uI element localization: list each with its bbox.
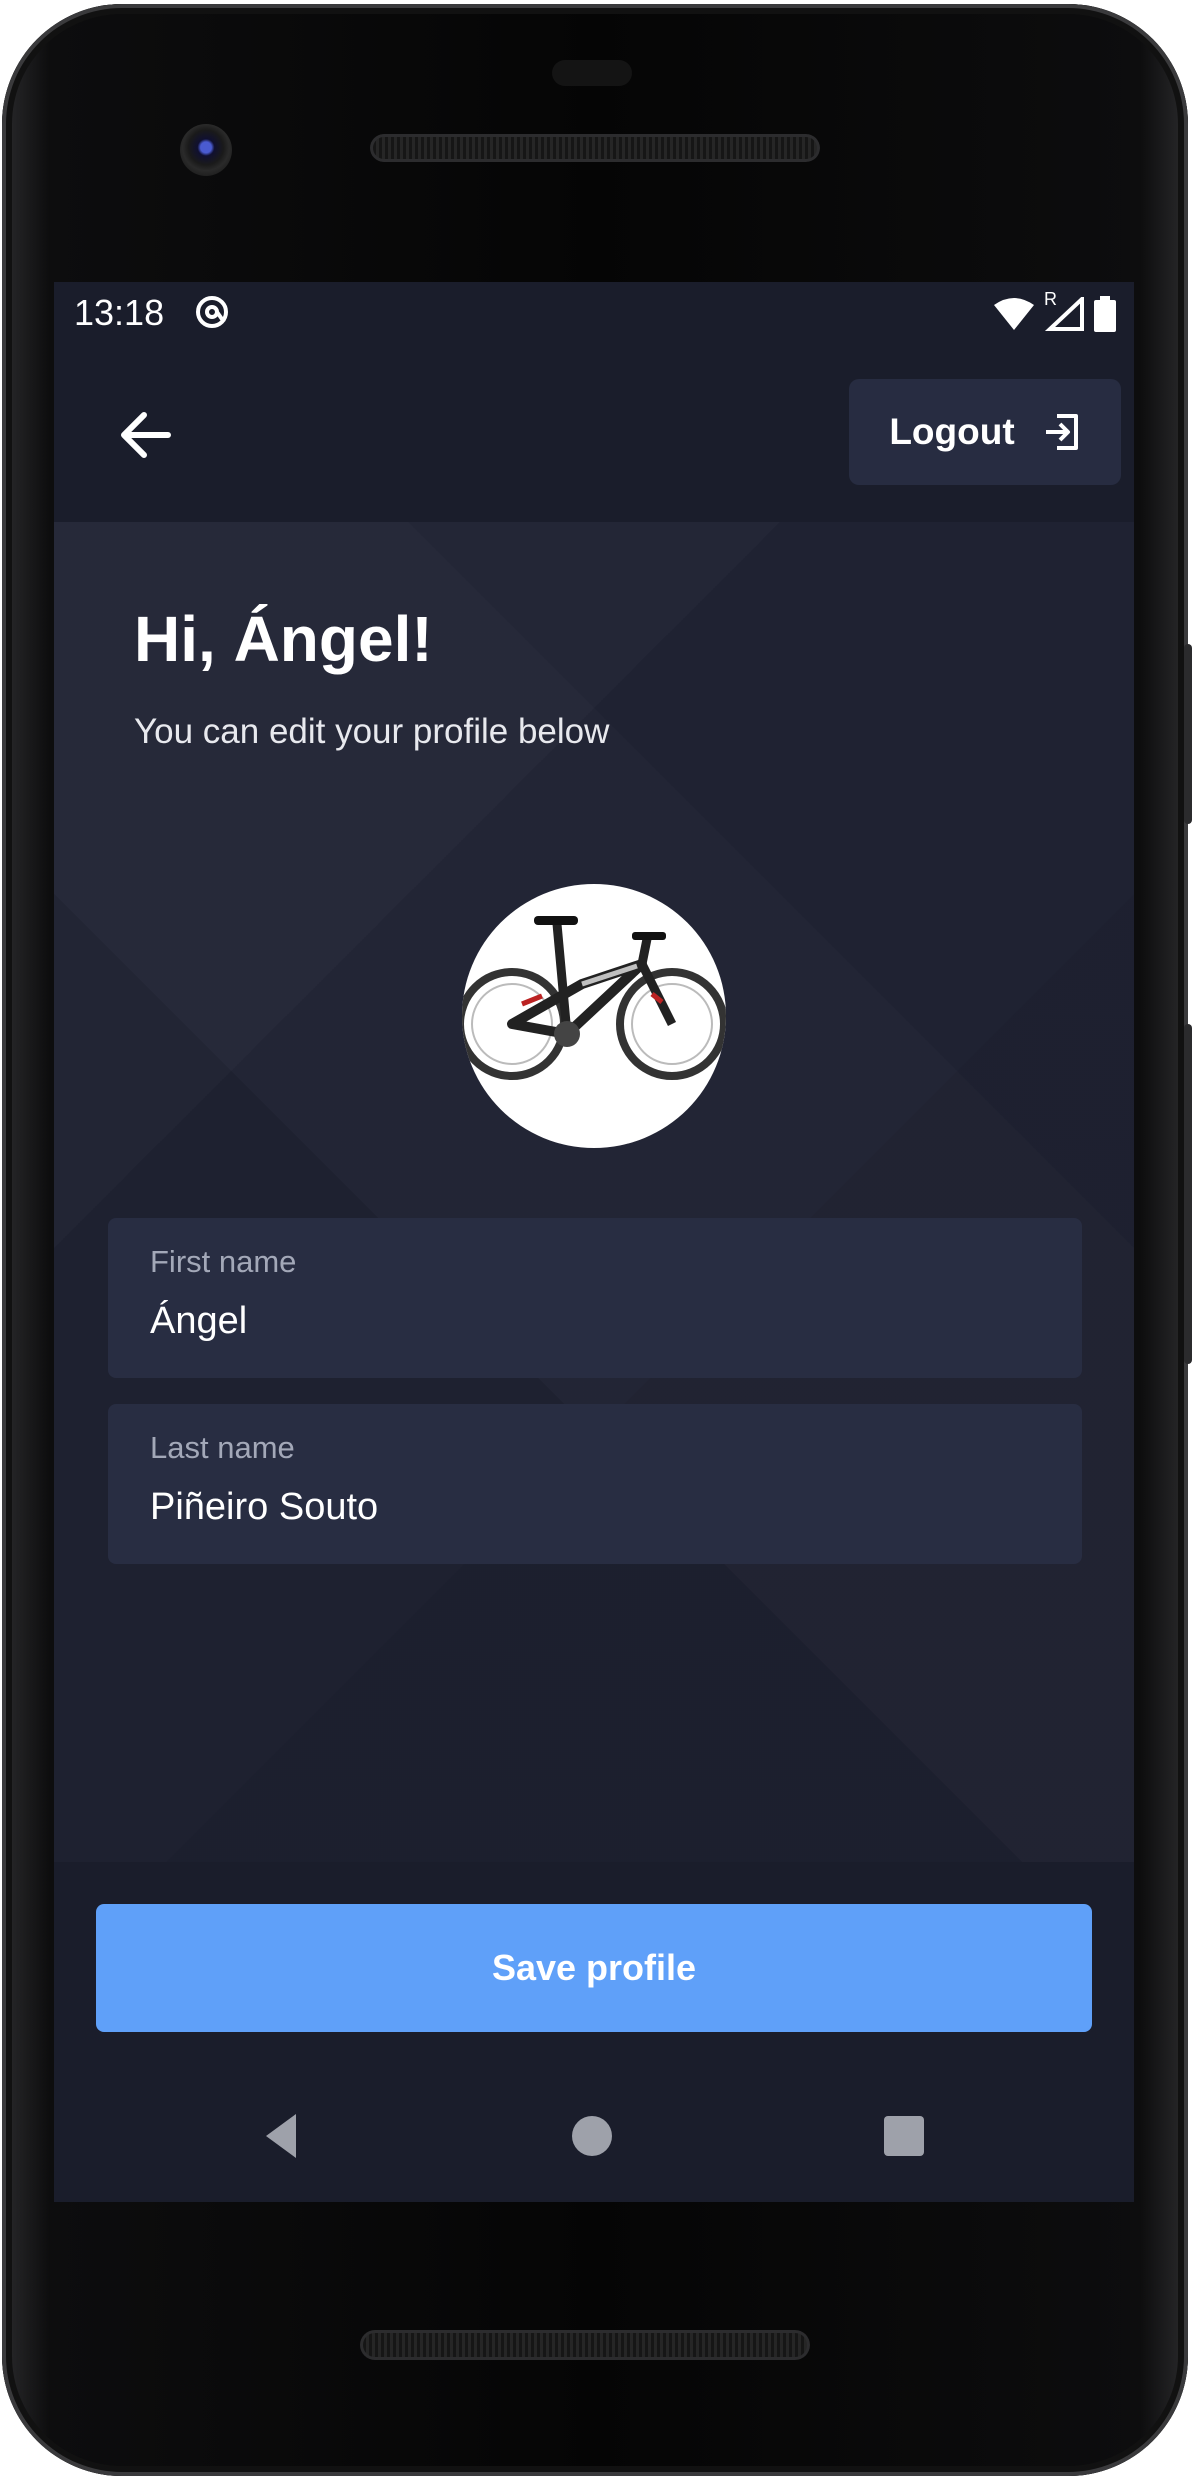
system-nav-bar: [54, 2090, 1134, 2202]
avatar[interactable]: [462, 884, 726, 1148]
arrow-left-icon[interactable]: [116, 406, 174, 464]
bottom-action-area: Save profile: [54, 1862, 1134, 2202]
status-icons: R: [994, 289, 1116, 334]
at-icon: [196, 296, 228, 328]
phone-frame: 13:18 R Logout Hi, Ángel! You can edit y…: [2, 4, 1192, 2476]
last-name-value[interactable]: Piñeiro Souto: [150, 1486, 378, 1529]
status-time: 13:18: [74, 292, 165, 333]
nav-back-icon[interactable]: [258, 2110, 310, 2162]
front-camera: [180, 124, 232, 176]
bottom-speaker: [360, 2330, 810, 2360]
bicycle-image: [462, 916, 726, 1080]
first-name-value[interactable]: Ángel: [150, 1300, 247, 1343]
logout-icon: [1045, 414, 1078, 450]
status-bar: 13:18 R: [54, 282, 1134, 346]
earpiece-speaker: [370, 134, 820, 162]
signal-icon: R: [1044, 289, 1084, 331]
volume-button: [1184, 1024, 1192, 1364]
logout-label: Logout: [889, 411, 1015, 452]
nav-recents-icon[interactable]: [884, 2116, 924, 2156]
power-button: [1184, 644, 1192, 824]
first-name-label: First name: [150, 1244, 297, 1279]
wifi-icon: [994, 298, 1034, 330]
last-name-label: Last name: [150, 1430, 295, 1465]
first-name-field[interactable]: First name Ángel: [108, 1218, 1082, 1378]
last-name-field[interactable]: Last name Piñeiro Souto: [108, 1404, 1082, 1564]
logout-button[interactable]: Logout: [849, 379, 1121, 485]
page-subtitle: You can edit your profile below: [134, 712, 610, 751]
proximity-sensor: [552, 60, 632, 86]
profile-content: Hi, Ángel! You can edit your profile bel…: [54, 522, 1134, 1862]
app-bar: Logout: [54, 346, 1134, 522]
page-title: Hi, Ángel!: [134, 603, 433, 675]
battery-icon: [1094, 296, 1116, 332]
screen: 13:18 R Logout Hi, Ángel! You can edit y…: [54, 282, 1134, 2202]
save-profile-button[interactable]: Save profile: [96, 1904, 1092, 2032]
nav-home-icon[interactable]: [572, 2116, 612, 2156]
